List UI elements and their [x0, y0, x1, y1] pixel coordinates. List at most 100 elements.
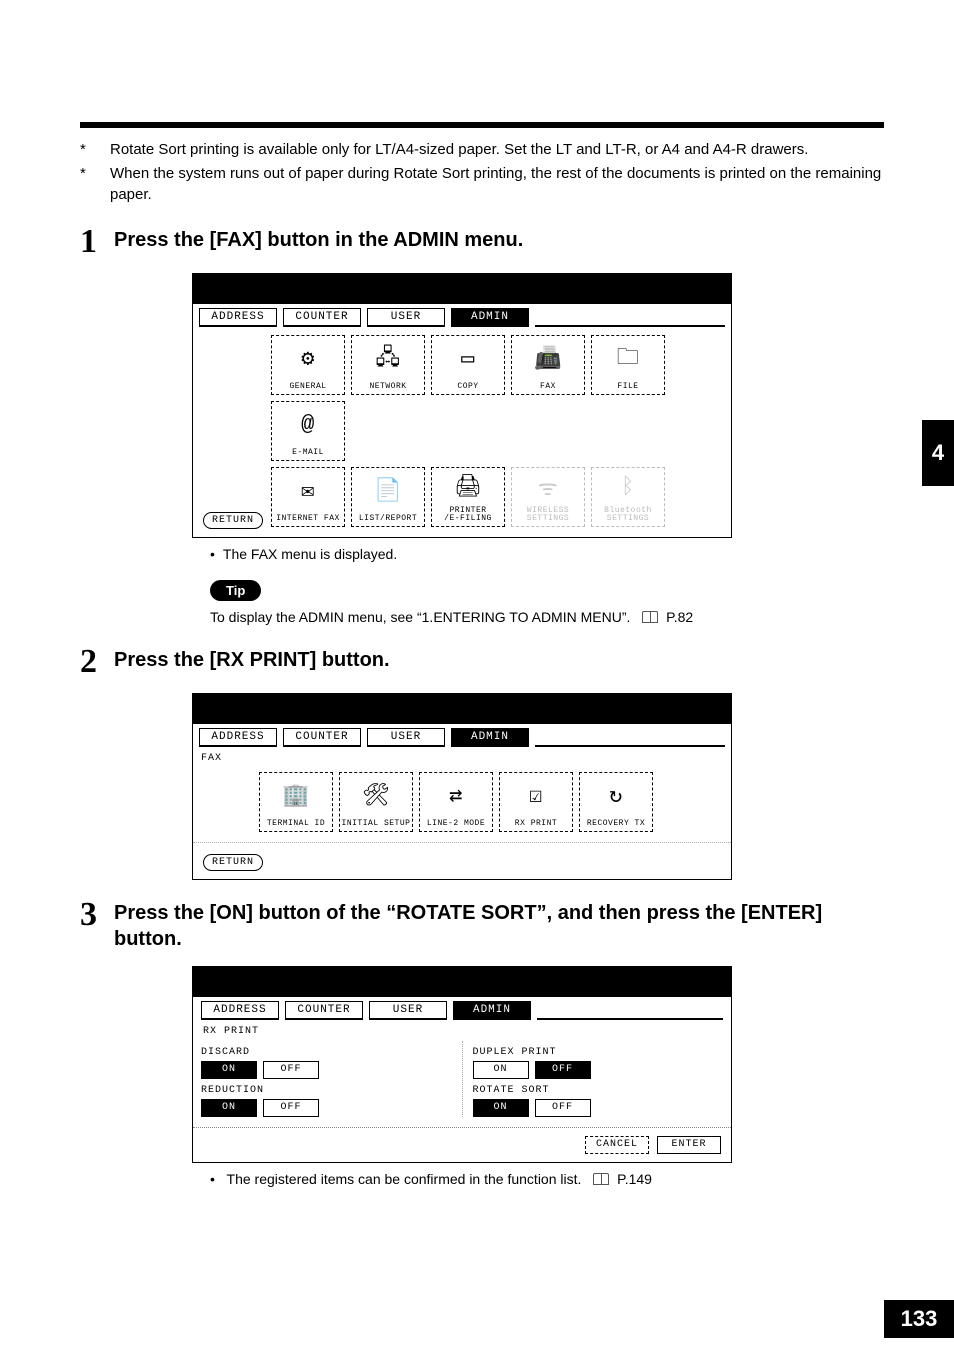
- tab-bar: ADDRESS COUNTER USER ADMIN: [199, 308, 725, 327]
- admin-btn-wireless: ᯤWIRELESS SETTINGS: [511, 467, 585, 527]
- label: E-MAIL: [292, 448, 324, 457]
- terminal-icon: 🏢: [282, 773, 310, 819]
- step-3-title: Press the [ON] button of the “ROTATE SOR…: [114, 900, 884, 952]
- rotate-sort-on[interactable]: ON: [473, 1099, 529, 1117]
- tab-address[interactable]: ADDRESS: [201, 1001, 279, 1020]
- label: LINE-2 MODE: [427, 819, 485, 828]
- tab-address[interactable]: ADDRESS: [199, 728, 277, 747]
- step-3: 3 Press the [ON] button of the “ROTATE S…: [80, 900, 884, 952]
- label: RX PRINT: [515, 819, 557, 828]
- chapter-tab: 4: [922, 420, 954, 486]
- tab-counter[interactable]: COUNTER: [283, 728, 361, 747]
- label: INTERNET FAX: [276, 514, 340, 523]
- discard-off[interactable]: OFF: [263, 1061, 319, 1079]
- note-b: * When the system runs out of paper duri…: [80, 164, 884, 205]
- tab-admin[interactable]: ADMIN: [453, 1001, 531, 1020]
- tab-address[interactable]: ADDRESS: [199, 308, 277, 327]
- reduction-off[interactable]: OFF: [263, 1099, 319, 1117]
- copy-icon: ▭: [461, 336, 475, 382]
- tab-admin[interactable]: ADMIN: [451, 728, 529, 747]
- label: Bluetooth SETTINGS: [604, 507, 652, 523]
- vertical-divider: [462, 1041, 463, 1117]
- tab-bar: ADDRESS COUNTER USER ADMIN: [199, 728, 725, 747]
- cancel-button[interactable]: CANCEL: [585, 1136, 649, 1154]
- fax-btn-line2-mode[interactable]: ⇄LINE-2 MODE: [419, 772, 493, 832]
- admin-btn-general[interactable]: ⚙GENERAL: [271, 335, 345, 395]
- step-3-sub: The registered items can be confirmed in…: [210, 1171, 884, 1187]
- screenshot-titlebar: [193, 274, 731, 304]
- admin-btn-email[interactable]: @E-MAIL: [271, 401, 345, 461]
- tab-admin[interactable]: ADMIN: [451, 308, 529, 327]
- page: * Rotate Sort printing is available only…: [0, 0, 954, 1348]
- wifi-icon: ᯤ: [538, 468, 559, 507]
- admin-btn-network[interactable]: 🖧NETWORK: [351, 335, 425, 395]
- label: WIRELESS SETTINGS: [527, 507, 569, 523]
- fax-btn-initial-setup[interactable]: 🛠INITIAL SETUP: [339, 772, 413, 832]
- tab-user[interactable]: USER: [369, 1001, 447, 1020]
- tip-text: To display the ADMIN menu, see “1.ENTERI…: [210, 609, 884, 625]
- action-row: CANCEL ENTER: [201, 1134, 723, 1154]
- fax-btn-terminal-id[interactable]: 🏢TERMINAL ID: [259, 772, 333, 832]
- duplex-off[interactable]: OFF: [535, 1061, 591, 1079]
- asterisk: *: [80, 140, 110, 160]
- screenshot-rx-print: ADDRESS COUNTER USER ADMIN RX PRINT DISC…: [192, 966, 732, 1163]
- admin-btn-printer-efiling[interactable]: 🖨PRINTER /E-FILING: [431, 467, 505, 527]
- ifax-icon: ✉: [301, 468, 315, 514]
- step-2-title: Press the [RX PRINT] button.: [114, 647, 390, 679]
- admin-btn-fax[interactable]: 📠FAX: [511, 335, 585, 395]
- label: FAX: [540, 382, 556, 391]
- step-3-sub-text: The registered items can be confirmed in…: [227, 1171, 582, 1187]
- printer-icon: 🖨: [454, 468, 482, 507]
- tip-ref: P.82: [666, 609, 693, 625]
- label: COPY: [457, 382, 478, 391]
- return-button[interactable]: RETURN: [203, 512, 263, 529]
- admin-btn-list-report[interactable]: 📄LIST/REPORT: [351, 467, 425, 527]
- tab-spacer: [537, 1001, 723, 1020]
- step-2-number: 2: [80, 645, 114, 679]
- setup-icon: 🛠: [362, 773, 390, 819]
- page-number: 133: [884, 1300, 954, 1338]
- tip-text-body: To display the ADMIN menu, see “1.ENTERI…: [210, 609, 630, 625]
- duplex-on[interactable]: ON: [473, 1061, 529, 1079]
- admin-btn-copy[interactable]: ▭COPY: [431, 335, 505, 395]
- label-discard: DISCARD: [201, 1047, 444, 1058]
- network-icon: 🖧: [375, 336, 400, 382]
- tab-user[interactable]: USER: [367, 308, 445, 327]
- label: LIST/REPORT: [359, 514, 417, 523]
- fax-icon: 📠: [534, 336, 562, 382]
- tab-user[interactable]: USER: [367, 728, 445, 747]
- admin-btn-internet-fax[interactable]: ✉INTERNET FAX: [271, 467, 345, 527]
- label: GENERAL: [289, 382, 326, 391]
- screenshot-admin-menu: ADDRESS COUNTER USER ADMIN ⚙GENERAL 🖧NET…: [192, 273, 732, 538]
- screenshot-fax-menu: ADDRESS COUNTER USER ADMIN FAX 🏢TERMINAL…: [192, 693, 732, 880]
- book-icon: [642, 611, 658, 623]
- rotate-sort-off[interactable]: OFF: [535, 1099, 591, 1117]
- tab-spacer: [535, 308, 725, 327]
- return-button[interactable]: RETURN: [203, 854, 263, 871]
- step-1-title: Press the [FAX] button in the ADMIN menu…: [114, 227, 523, 259]
- notes-block: * Rotate Sort printing is available only…: [80, 140, 884, 205]
- label: PRINTER /E-FILING: [444, 507, 492, 523]
- enter-button[interactable]: ENTER: [657, 1136, 721, 1154]
- breadcrumb-fax: FAX: [199, 751, 725, 768]
- divider: [193, 1127, 731, 1128]
- fax-icon-grid: 🏢TERMINAL ID 🛠INITIAL SETUP ⇄LINE-2 MODE…: [199, 768, 725, 834]
- rxprint-icon: ☑: [529, 773, 543, 819]
- step-1: 1 Press the [FAX] button in the ADMIN me…: [80, 227, 884, 259]
- tab-counter[interactable]: COUNTER: [283, 308, 361, 327]
- admin-icon-grid-row2: ✉INTERNET FAX 📄LIST/REPORT 🖨PRINTER /E-F…: [271, 463, 665, 529]
- step-2: 2 Press the [RX PRINT] button.: [80, 647, 884, 679]
- gear-icon: ⚙: [301, 336, 315, 382]
- note-a-text: Rotate Sort printing is available only f…: [110, 140, 808, 160]
- top-rule: [80, 122, 884, 128]
- step-3-number: 3: [80, 898, 114, 952]
- label-rotate-sort: ROTATE SORT: [473, 1085, 716, 1096]
- discard-on[interactable]: ON: [201, 1061, 257, 1079]
- fax-btn-rx-print[interactable]: ☑RX PRINT: [499, 772, 573, 832]
- tab-counter[interactable]: COUNTER: [285, 1001, 363, 1020]
- asterisk: *: [80, 164, 110, 205]
- note-b-text: When the system runs out of paper during…: [110, 164, 884, 205]
- fax-btn-recovery-tx[interactable]: ↻RECOVERY TX: [579, 772, 653, 832]
- reduction-on[interactable]: ON: [201, 1099, 257, 1117]
- admin-btn-file[interactable]: 🗀FILE: [591, 335, 665, 395]
